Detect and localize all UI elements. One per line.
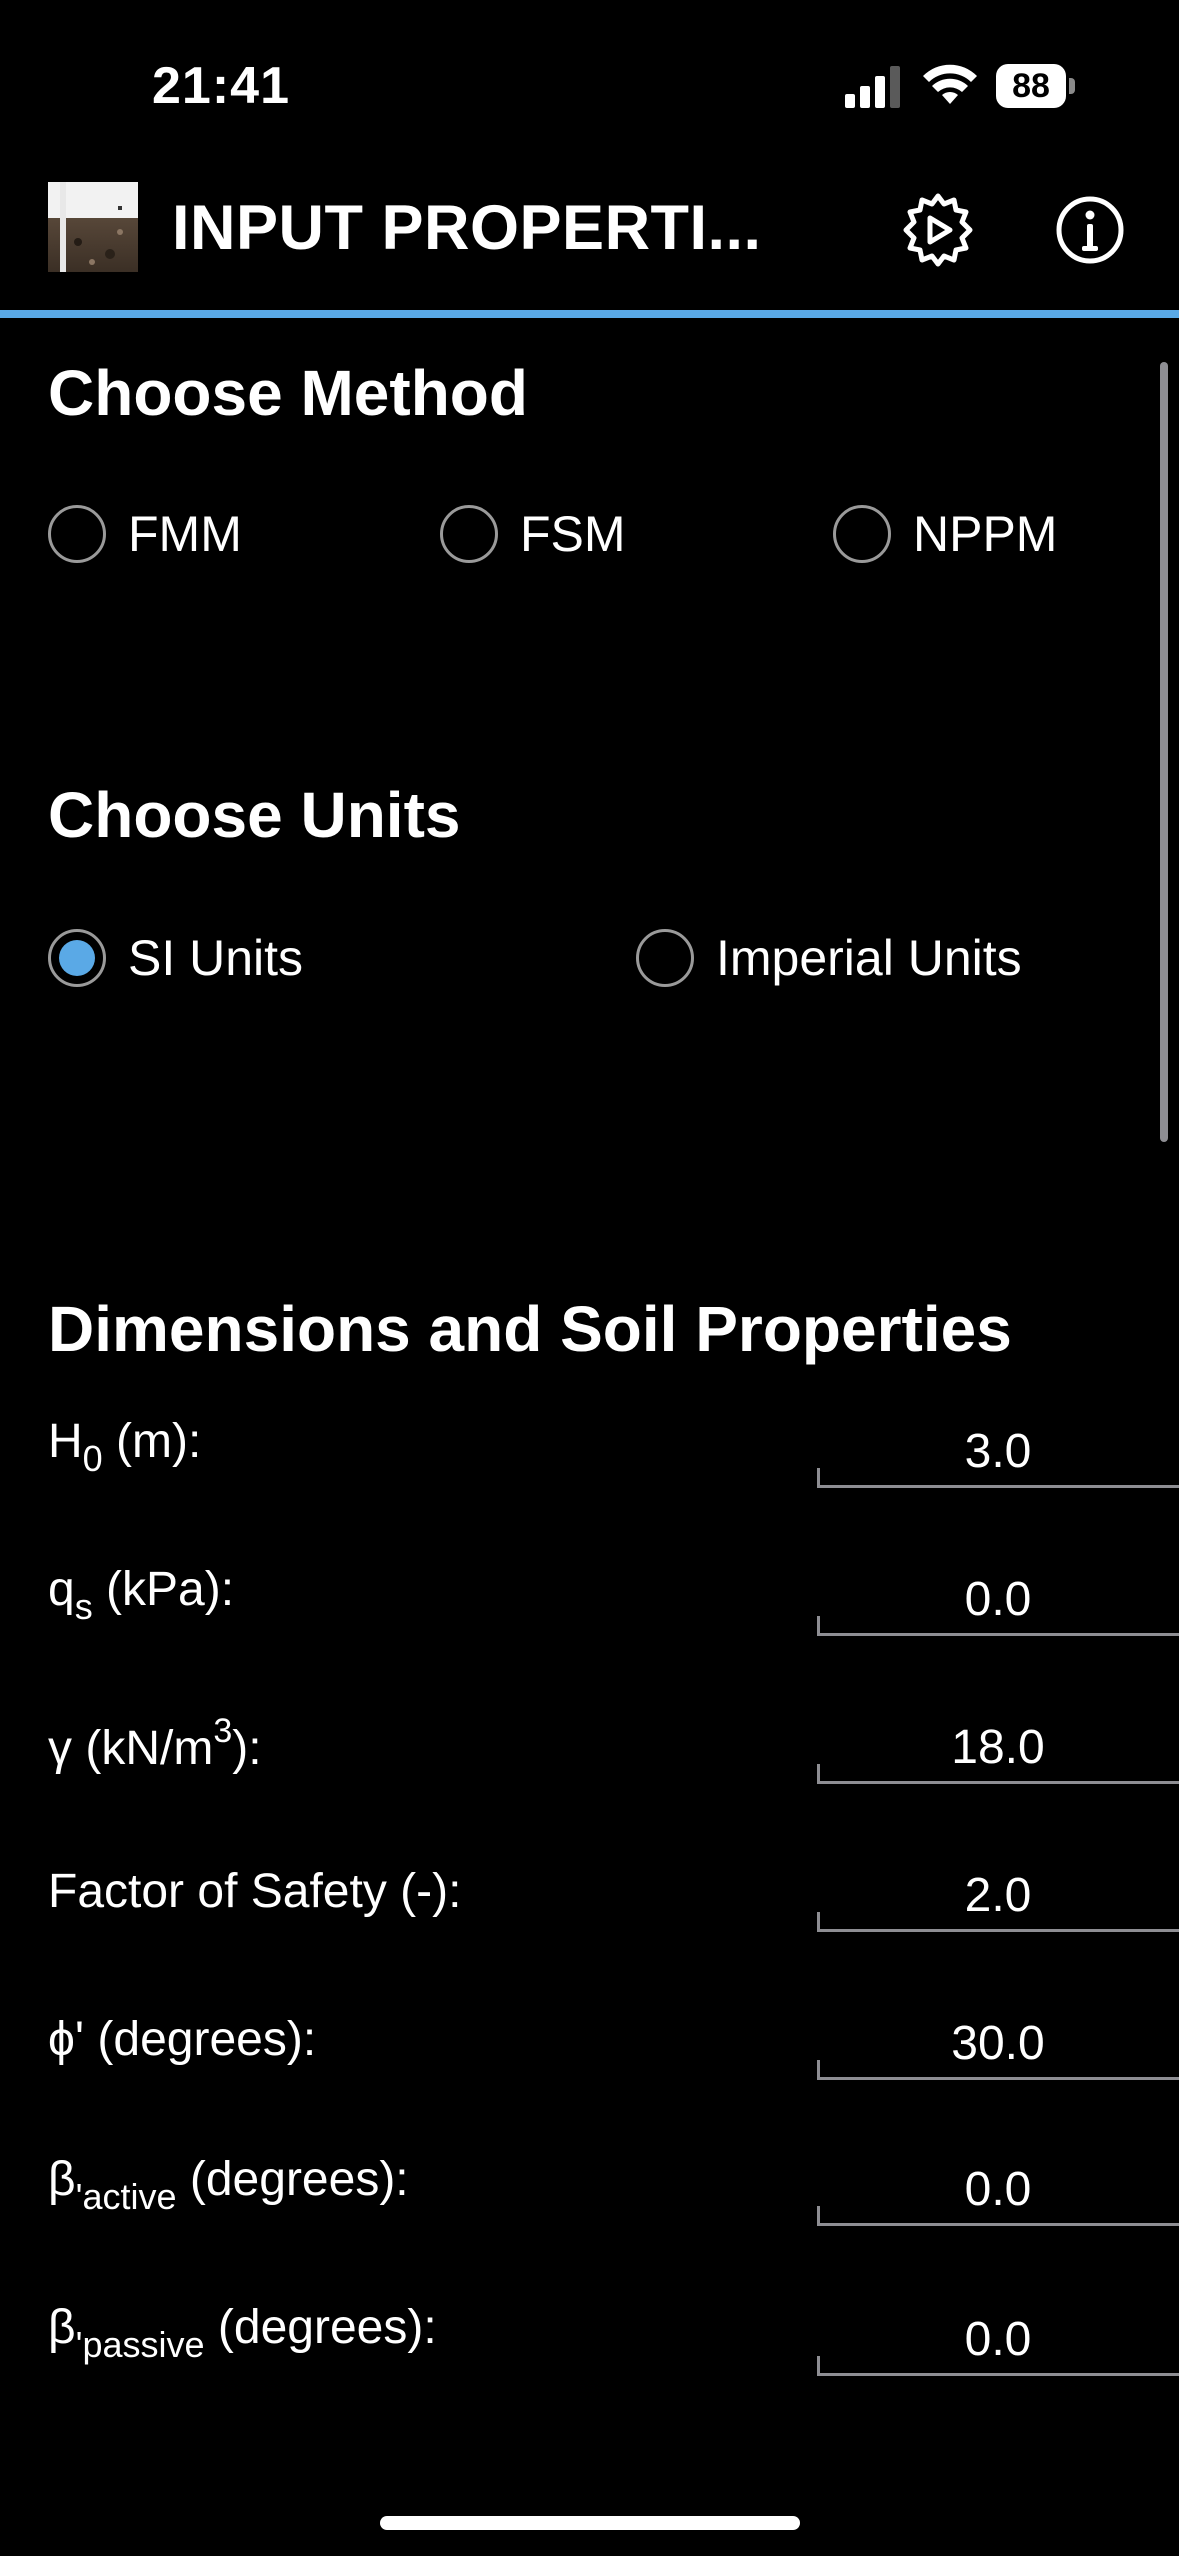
unit-weight-input[interactable] xyxy=(817,1714,1179,1784)
home-indicator[interactable] xyxy=(380,2516,800,2530)
h0-input[interactable] xyxy=(817,1418,1179,1488)
input-tick xyxy=(817,1764,820,1784)
battery-icon: 88 xyxy=(996,64,1076,108)
field-label-qs: qs (kPa): xyxy=(48,1563,235,1627)
friction-angle-input[interactable] xyxy=(817,2010,1179,2080)
input-tick xyxy=(817,2060,820,2080)
input-tick xyxy=(817,2356,820,2376)
field-label-factor-of-safety: Factor of Safety (-): xyxy=(48,1865,462,1918)
factor-of-safety-input[interactable] xyxy=(817,1862,1179,1932)
field-label-beta-passive: β'passive (degrees): xyxy=(48,2301,437,2365)
radio-method-nppm[interactable]: NPPM xyxy=(833,498,1057,570)
status-time: 21:41 xyxy=(152,57,290,115)
info-icon[interactable] xyxy=(1048,188,1132,272)
input-tick xyxy=(817,1468,820,1488)
properties-section-title: Dimensions and Soil Properties xyxy=(48,1293,1012,1365)
cellular-signal-icon xyxy=(845,66,900,108)
input-tick xyxy=(817,1912,820,1932)
units-section-title: Choose Units xyxy=(48,779,461,851)
beta-passive-input[interactable] xyxy=(817,2306,1179,2376)
wifi-icon xyxy=(923,64,977,104)
radio-label: FSM xyxy=(520,506,626,562)
qs-input[interactable] xyxy=(817,1566,1179,1636)
radio-label: FMM xyxy=(128,506,242,562)
field-label-phi: ϕ' (degrees): xyxy=(48,2013,317,2066)
app-bar-divider xyxy=(0,310,1179,318)
field-label-beta-active: β'active (degrees): xyxy=(48,2153,409,2217)
radio-units-si[interactable]: SI Units xyxy=(48,922,303,994)
scrollbar[interactable] xyxy=(1160,362,1168,1142)
radio-button[interactable] xyxy=(48,505,106,563)
radio-label: NPPM xyxy=(913,506,1058,562)
field-label-gamma: γ (kN/m3): xyxy=(48,1712,262,1775)
radio-units-imperial[interactable]: Imperial Units xyxy=(636,922,1022,994)
input-tick xyxy=(817,2206,820,2226)
radio-button[interactable] xyxy=(833,505,891,563)
radio-button-selected[interactable] xyxy=(48,929,106,987)
radio-button[interactable] xyxy=(440,505,498,563)
app-logo xyxy=(48,182,138,272)
radio-label: Imperial Units xyxy=(716,930,1022,986)
radio-label: SI Units xyxy=(128,930,304,986)
beta-active-input[interactable] xyxy=(817,2156,1179,2226)
battery-level: 88 xyxy=(996,64,1066,108)
radio-method-fsm[interactable]: FSM xyxy=(440,498,626,570)
radio-method-fmm[interactable]: FMM xyxy=(48,498,242,570)
method-section-title: Choose Method xyxy=(48,357,528,429)
page-title: INPUT PROPERTI... xyxy=(172,193,762,263)
radio-button[interactable] xyxy=(636,929,694,987)
input-tick xyxy=(817,1616,820,1636)
settings-gear-icon[interactable] xyxy=(896,188,980,272)
field-label-h0: H0 (m): xyxy=(48,1415,202,1479)
